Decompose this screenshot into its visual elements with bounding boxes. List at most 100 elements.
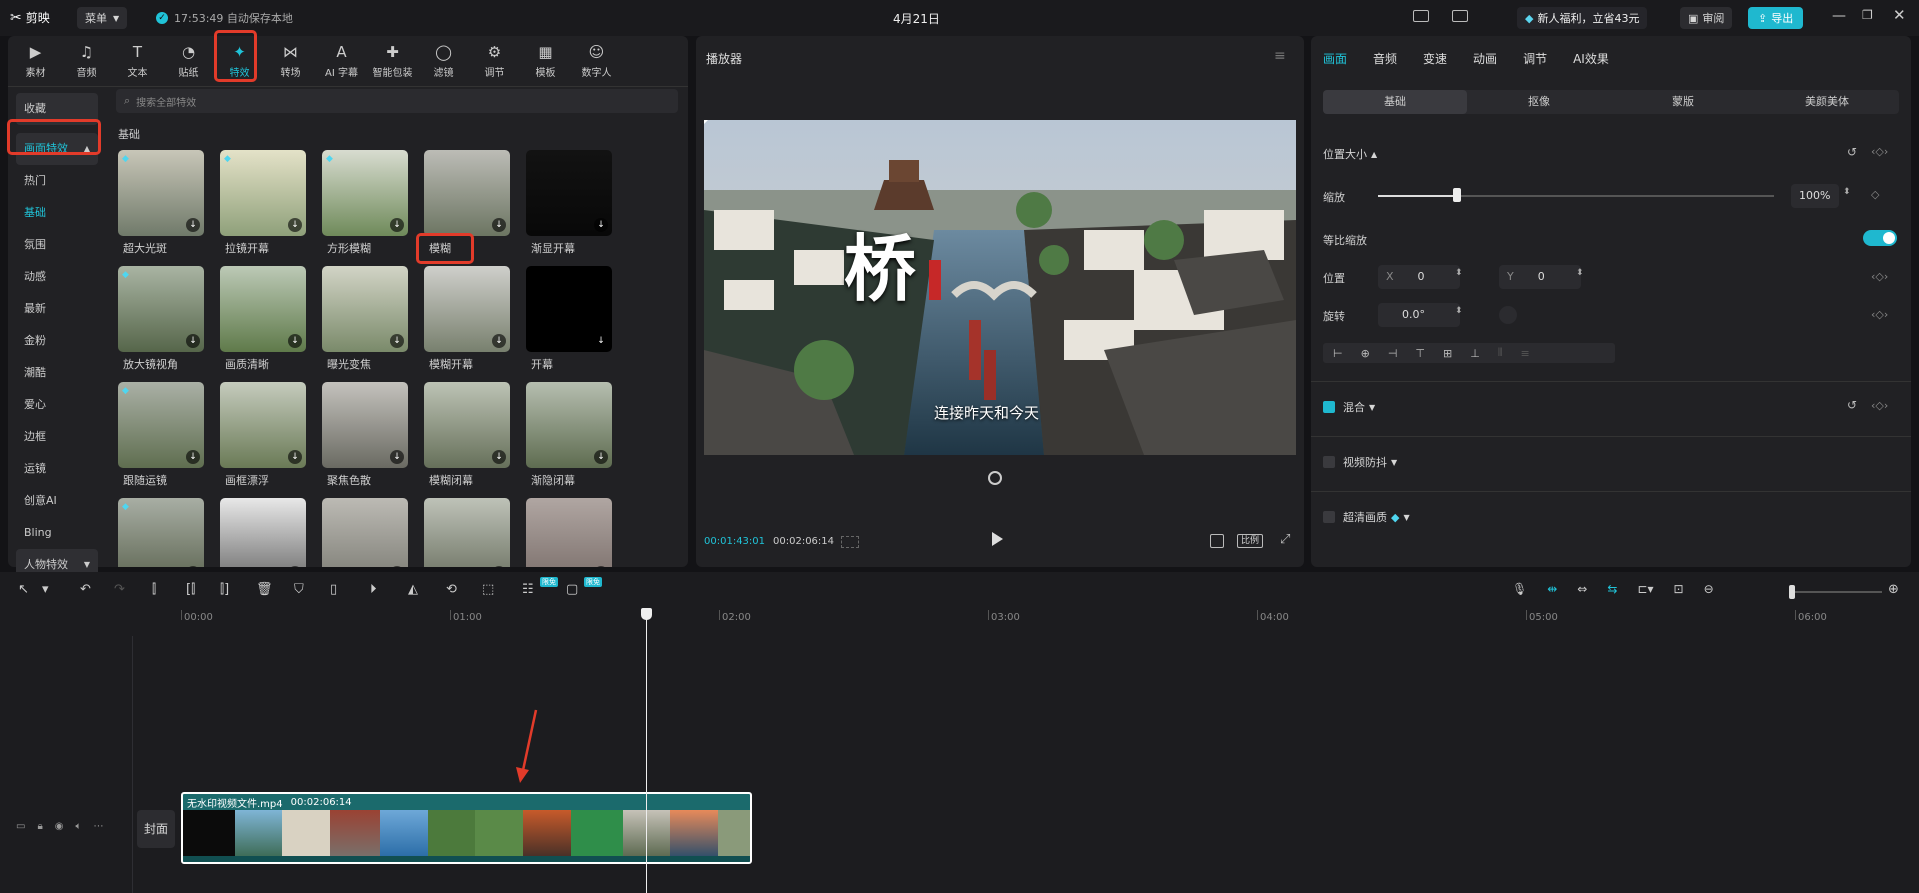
select-icon[interactable]: ↖: [18, 582, 29, 597]
menu-button[interactable]: 菜单 ▼: [77, 7, 128, 29]
split-right-icon[interactable]: ⫿]: [220, 582, 229, 597]
download-icon[interactable]: ↓: [594, 218, 608, 232]
category-item[interactable]: 金粉: [16, 325, 98, 357]
effect-thumbnail[interactable]: ◆↓: [322, 150, 408, 236]
download-icon[interactable]: ↓: [186, 450, 200, 464]
position-size-header[interactable]: 位置大小 ▲: [1323, 146, 1377, 162]
tool-smart-pack[interactable]: ✚ 智能包装: [369, 38, 416, 84]
download-icon[interactable]: ↓: [186, 334, 200, 348]
video-frame[interactable]: 桥 连接昨天和今天: [704, 120, 1296, 455]
position-x-input[interactable]: X0: [1378, 265, 1460, 289]
inspector-tab[interactable]: 动画: [1473, 50, 1497, 67]
tool-avatar[interactable]: ☺ 数字人: [573, 38, 620, 84]
video-clip[interactable]: 无水印视频文件.mp4 00:02:06:14: [181, 792, 752, 864]
align-left-icon[interactable]: ⊢: [1333, 347, 1343, 360]
auto-caption-icon[interactable]: ☷: [522, 582, 534, 597]
stabilize-header[interactable]: 视频防抖 ▼: [1323, 454, 1397, 470]
inspector-tab[interactable]: 变速: [1423, 50, 1447, 67]
uniform-scale-toggle[interactable]: [1863, 230, 1897, 246]
category-item[interactable]: 基础: [16, 197, 98, 229]
mirror-icon[interactable]: ◭: [408, 582, 418, 597]
inspector-subtab[interactable]: 抠像: [1467, 90, 1611, 114]
track-cover-icon[interactable]: ▭: [16, 821, 25, 832]
rotate-handle-icon[interactable]: [988, 471, 1002, 485]
effect-thumbnail[interactable]: ↓: [220, 266, 306, 352]
category-item[interactable]: 最新: [16, 293, 98, 325]
minimize-icon[interactable]: —: [1832, 8, 1846, 24]
select-menu-icon[interactable]: ▾: [42, 582, 49, 597]
download-icon[interactable]: ↓: [288, 334, 302, 348]
zoom-in-icon[interactable]: ⊕: [1888, 582, 1899, 597]
download-icon[interactable]: ↓: [390, 450, 404, 464]
category-item[interactable]: 动感: [16, 261, 98, 293]
more-icon[interactable]: ⋯: [94, 821, 104, 832]
align-center-v-icon[interactable]: ⊞: [1443, 347, 1452, 360]
category-item[interactable]: Bling: [16, 517, 98, 549]
effect-thumbnail[interactable]: ↓: [526, 266, 612, 352]
reset-icon[interactable]: ↺: [1847, 398, 1857, 412]
inspector-tab[interactable]: AI效果: [1573, 50, 1609, 67]
microphone-icon[interactable]: 🎙: [1512, 582, 1527, 596]
category-item[interactable]: 热门: [16, 165, 98, 197]
expand-icon[interactable]: ⤢: [1280, 532, 1290, 547]
effect-thumbnail[interactable]: ↓: [526, 498, 612, 567]
hq-checkbox[interactable]: [1323, 511, 1335, 523]
effect-thumbnail[interactable]: ◆↓: [118, 150, 204, 236]
layout-icon[interactable]: [1413, 10, 1429, 22]
split-icon[interactable]: ⫿: [152, 582, 156, 597]
blend-checkbox[interactable]: [1323, 401, 1335, 413]
crop-icon[interactable]: ⬚: [482, 582, 494, 597]
inspector-tab[interactable]: 画面: [1323, 50, 1347, 67]
category-item[interactable]: 边框: [16, 421, 98, 453]
close-icon[interactable]: ✕: [1893, 6, 1906, 24]
delete-icon[interactable]: 🗑︎: [256, 582, 273, 597]
effect-thumbnail[interactable]: ↓: [220, 382, 306, 468]
playhead[interactable]: [640, 608, 652, 893]
rotate-input[interactable]: 0.0°: [1378, 303, 1460, 327]
shortcut-icon[interactable]: [1452, 10, 1468, 22]
effect-thumbnail[interactable]: ↓: [322, 498, 408, 567]
effect-thumbnail[interactable]: ↓: [526, 150, 612, 236]
category-item[interactable]: 运镜: [16, 453, 98, 485]
menu-icon[interactable]: ≡: [1274, 48, 1286, 64]
audio-icon[interactable]: 🔈︎: [76, 821, 82, 832]
stepper-icon[interactable]: ⬍: [1455, 306, 1463, 316]
preview-axis-icon[interactable]: ⊏▾: [1637, 582, 1653, 596]
undo-icon[interactable]: ↶: [80, 582, 91, 597]
mask-icon[interactable]: ⛉: [294, 582, 304, 597]
category-item[interactable]: 爱心: [16, 389, 98, 421]
effect-thumbnail[interactable]: ↓: [424, 382, 510, 468]
main-track-magnet-icon[interactable]: ⇹: [1547, 582, 1557, 596]
inspector-subtab[interactable]: 蒙版: [1611, 90, 1755, 114]
position-y-input[interactable]: Y0: [1499, 265, 1581, 289]
scale-input[interactable]: 100%: [1791, 184, 1839, 208]
align-bottom-icon[interactable]: ⊥: [1470, 347, 1480, 360]
reverse-icon[interactable]: ⏵: [370, 582, 377, 597]
keyframe-icon[interactable]: ‹◇›: [1871, 145, 1888, 158]
restore-icon[interactable]: ❐: [1862, 8, 1873, 22]
download-icon[interactable]: ↓: [390, 334, 404, 348]
download-icon[interactable]: ↓: [492, 334, 506, 348]
stepper-icon[interactable]: ⬍: [1843, 187, 1851, 197]
keyframe-icon[interactable]: ‹◇›: [1871, 308, 1888, 321]
tool-audio[interactable]: ♫ 音频: [63, 38, 110, 84]
inspector-subtab[interactable]: 美颜美体: [1755, 90, 1899, 114]
tool-ai-caption[interactable]: A AI 字幕: [318, 38, 365, 84]
effect-thumbnail[interactable]: ↓: [220, 498, 306, 567]
inspector-tab[interactable]: 音频: [1373, 50, 1397, 67]
effect-thumbnail[interactable]: ↓: [526, 382, 612, 468]
effect-thumbnail[interactable]: ↓: [424, 150, 510, 236]
tool-text[interactable]: T 文本: [114, 38, 161, 84]
effect-thumbnail[interactable]: ↓: [322, 266, 408, 352]
effects-search-input[interactable]: ⌕ 搜索全部特效: [116, 89, 678, 113]
align-top-icon[interactable]: ⊤: [1415, 347, 1425, 360]
zoom-slider-thumb[interactable]: [1789, 585, 1795, 599]
tool-filter[interactable]: ◯ 滤镜: [420, 38, 467, 84]
subtitle-icon[interactable]: ⊡: [1674, 582, 1684, 596]
reset-icon[interactable]: ↺: [1847, 145, 1857, 159]
keyframe-icon[interactable]: ‹◇›: [1871, 270, 1888, 283]
smart-frame-icon[interactable]: ▢: [566, 582, 578, 597]
effect-thumbnail[interactable]: ↓: [424, 498, 510, 567]
download-icon[interactable]: ↓: [594, 450, 608, 464]
play-icon[interactable]: [992, 532, 1003, 546]
